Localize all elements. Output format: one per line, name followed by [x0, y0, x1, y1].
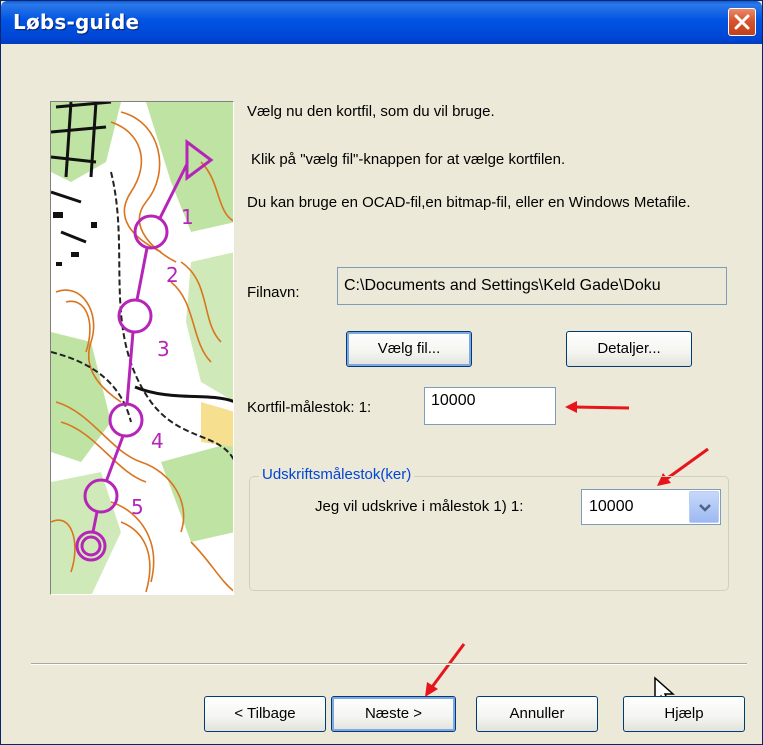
- chevron-down-icon: [699, 504, 711, 512]
- footer-separator: [31, 663, 747, 665]
- annotation-arrow-next: [425, 643, 466, 697]
- annotation-arrow-scale: [565, 401, 630, 413]
- svg-text:4: 4: [151, 429, 164, 453]
- choose-file-button[interactable]: Vælg fil...: [346, 331, 472, 367]
- print-scale-group-title: Udskriftsmålestok(ker): [259, 466, 415, 483]
- orienteering-map: 1 2 3 4 5: [51, 102, 233, 594]
- next-button[interactable]: Næste >: [331, 696, 456, 732]
- filename-field[interactable]: C:\Documents and Settings\Keld Gade\Doku: [337, 267, 727, 305]
- details-button[interactable]: Detaljer...: [566, 331, 692, 367]
- cancel-button[interactable]: Annuller: [476, 696, 598, 732]
- dropdown-button[interactable]: [689, 491, 719, 523]
- cancel-label: Annuller: [509, 705, 565, 722]
- intro-text-3: Du kan bruge en OCAD-fil,en bitmap-fil, …: [247, 194, 691, 211]
- window-title: Løbs-guide: [13, 10, 140, 34]
- back-label: < Tilbage: [234, 705, 296, 722]
- map-preview-image: 1 2 3 4 5: [50, 101, 234, 595]
- close-icon: [734, 14, 750, 30]
- map-scale-input[interactable]: 10000: [424, 387, 556, 425]
- svg-text:3: 3: [157, 337, 170, 361]
- svg-text:1: 1: [181, 205, 194, 229]
- intro-text-1: Vælg nu den kortfil, som du vil bruge.: [247, 103, 495, 120]
- back-button[interactable]: < Tilbage: [204, 696, 326, 732]
- next-label: Næste >: [364, 705, 423, 722]
- intro-text-2: Klik på "vælg fil"-knappen for at vælge …: [251, 151, 566, 168]
- print-scale-label: Jeg vil udskrive i målestok 1) 1:: [315, 498, 524, 515]
- help-button[interactable]: Hjælp: [623, 696, 745, 732]
- title-bar[interactable]: Løbs-guide: [1, 1, 762, 44]
- map-scale-label: Kortfil-målestok: 1:: [247, 399, 372, 416]
- print-scale-selected: 10000: [589, 498, 634, 515]
- details-label: Detaljer...: [597, 340, 661, 357]
- svg-text:5: 5: [131, 495, 144, 519]
- choose-file-label: Vælg fil...: [377, 340, 441, 357]
- print-scale-select[interactable]: 10000: [581, 489, 721, 525]
- close-button[interactable]: [728, 8, 756, 36]
- help-label: Hjælp: [664, 705, 704, 722]
- wizard-window: Løbs-guide 1 2 3 4 5 Vælg nu den kortfil…: [0, 0, 763, 745]
- svg-text:2: 2: [166, 263, 179, 287]
- filename-label: Filnavn:: [247, 284, 300, 301]
